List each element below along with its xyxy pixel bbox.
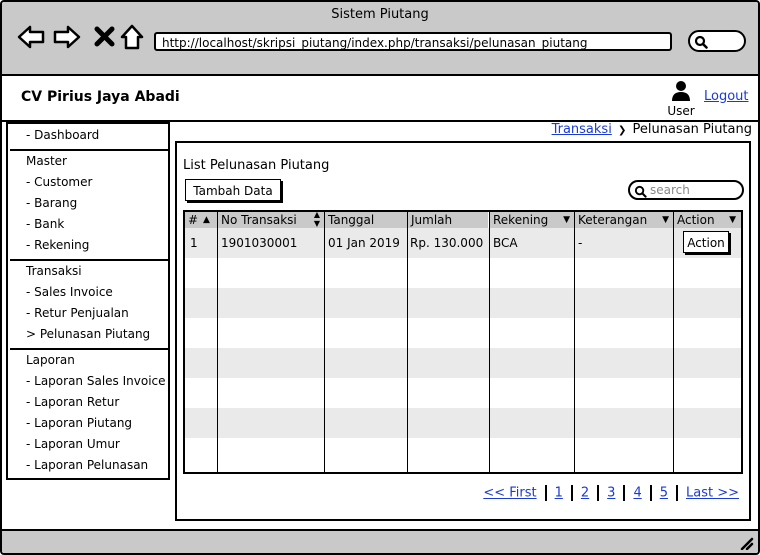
filter-dropdown-icon[interactable]: ▼: [729, 212, 736, 228]
pagination-separator: [649, 485, 652, 501]
sidebar-item-laporan-sales-invoice[interactable]: - Laporan Sales Invoice: [26, 374, 166, 388]
browser-window: Sistem Piutang http://localhost/skripsi_…: [0, 0, 760, 555]
sidebar-item-barang[interactable]: - Barang: [26, 196, 77, 210]
app-header: CV Pirius Jaya Abadi User Logout: [2, 76, 758, 122]
user-label: User: [667, 104, 695, 118]
sidebar-item-sales-invoice[interactable]: - Sales Invoice: [26, 285, 113, 299]
sidebar-item-retur-penjualan[interactable]: - Retur Penjualan: [26, 306, 129, 320]
search-input[interactable]: search: [628, 180, 744, 200]
sidebar-item-rekening[interactable]: - Rekening: [26, 238, 89, 252]
column-header-label: Tanggal: [328, 213, 375, 227]
column-header-label: Jumlah: [411, 213, 453, 227]
pagination-page-2[interactable]: 2: [581, 486, 589, 501]
forward-icon[interactable]: [52, 22, 82, 52]
sidebar-item-dashboard[interactable]: - Dashboard: [26, 128, 99, 142]
main-panel: List Pelunasan Piutang Tambah Data searc…: [175, 141, 751, 521]
column-header-tanggal[interactable]: Tanggal: [325, 212, 407, 228]
browser-search-input[interactable]: [688, 30, 746, 52]
pagination-page-5[interactable]: 5: [660, 486, 668, 501]
column-header-keterangan[interactable]: Keterangan ▼: [575, 212, 673, 228]
chevron-right-icon: ❯: [617, 125, 627, 136]
breadcrumb: Transaksi ❯ Pelunasan Piutang: [552, 122, 752, 137]
table-row: [185, 348, 741, 378]
pagination-separator: [597, 485, 600, 501]
table-row: [185, 408, 741, 438]
user-icon: [672, 81, 690, 101]
logout-link[interactable]: Logout: [704, 89, 749, 104]
sidebar: - Dashboard Master - Customer - Barang -…: [6, 122, 170, 480]
url-bar[interactable]: http://localhost/skripsi_piutang/index.p…: [154, 32, 672, 51]
search-placeholder: search: [650, 183, 690, 197]
column-divider: [574, 212, 575, 472]
breadcrumb-link-transaksi[interactable]: Transaksi: [552, 122, 612, 137]
cell-keterangan: -: [578, 236, 583, 250]
sort-icon[interactable]: ▲ ▼: [314, 210, 320, 228]
sidebar-item-customer[interactable]: - Customer: [26, 175, 92, 189]
resize-grip-icon[interactable]: [738, 536, 754, 550]
user-menu[interactable]: User: [664, 80, 698, 118]
home-icon[interactable]: [118, 22, 148, 52]
sidebar-item-laporan-pelunasan[interactable]: - Laporan Pelunasan: [26, 458, 148, 472]
filter-dropdown-icon[interactable]: ▼: [662, 212, 669, 228]
pagination-page-4[interactable]: 4: [633, 486, 641, 501]
column-divider: [489, 212, 490, 472]
column-header-rekening[interactable]: Rekening ▼: [490, 212, 574, 228]
sidebar-divider: [10, 348, 168, 350]
cell-no-transaksi: 1901030001: [221, 236, 298, 250]
sort-up-icon[interactable]: ▲: [203, 212, 210, 228]
browser-chrome: Sistem Piutang http://localhost/skripsi_…: [2, 2, 758, 76]
column-header-no-transaksi[interactable]: No Transaksi ▲ ▼: [218, 210, 324, 228]
back-icon[interactable]: [16, 22, 46, 52]
column-divider: [407, 212, 408, 472]
breadcrumb-current: Pelunasan Piutang: [632, 122, 752, 137]
data-table: # ▲ No Transaksi ▲ ▼ Tanggal Jumlah Reken…: [183, 210, 743, 474]
filter-dropdown-icon[interactable]: ▼: [563, 212, 570, 228]
search-icon: [634, 185, 647, 198]
pagination-page-3[interactable]: 3: [607, 486, 615, 501]
pagination-last[interactable]: Last >>: [686, 486, 739, 501]
add-data-button[interactable]: Tambah Data: [185, 179, 281, 201]
sidebar-item-laporan-umur[interactable]: - Laporan Umur: [26, 437, 120, 451]
sidebar-item-laporan-piutang[interactable]: - Laporan Piutang: [26, 416, 132, 430]
page-title: List Pelunasan Piutang: [183, 158, 330, 173]
cell-rekening: BCA: [493, 236, 518, 250]
column-header-label: #: [188, 213, 199, 227]
pagination-page-1[interactable]: 1: [555, 486, 563, 501]
column-header-number[interactable]: # ▲: [185, 212, 217, 228]
column-divider: [217, 212, 218, 472]
column-header-label: Rekening: [493, 213, 549, 227]
pagination-first[interactable]: << First: [483, 486, 536, 501]
cell-number: 1: [190, 236, 198, 250]
column-divider: [673, 212, 674, 472]
pagination: << First 1 2 3 4 5 Last >>: [483, 485, 739, 501]
table-row: [185, 288, 741, 318]
sidebar-heading-transaksi: Transaksi: [26, 264, 82, 278]
sidebar-item-bank[interactable]: - Bank: [26, 217, 64, 231]
action-button[interactable]: Action: [683, 231, 729, 253]
close-icon[interactable]: [90, 22, 120, 52]
column-header-label: No Transaksi: [221, 213, 297, 227]
cell-tanggal: 01 Jan 2019: [328, 236, 400, 250]
cell-jumlah: Rp. 130.000: [410, 236, 484, 250]
sidebar-heading-master: Master: [26, 154, 67, 168]
sidebar-heading-laporan: Laporan: [26, 353, 75, 367]
column-header-label: Action: [677, 213, 715, 227]
window-title: Sistem Piutang: [331, 7, 429, 22]
sidebar-divider: [10, 259, 168, 261]
column-header-label: Keterangan: [578, 213, 648, 227]
sidebar-divider: [10, 149, 168, 151]
column-header-jumlah[interactable]: Jumlah: [408, 212, 488, 228]
pagination-separator: [570, 485, 573, 501]
sidebar-item-pelunasan-piutang[interactable]: > Pelunasan Piutang: [26, 327, 150, 341]
sidebar-item-laporan-retur[interactable]: - Laporan Retur: [26, 395, 119, 409]
pagination-separator: [544, 485, 547, 501]
column-header-action[interactable]: Action ▼: [674, 212, 741, 228]
search-icon: [694, 35, 708, 49]
status-bar: [2, 529, 758, 553]
company-name: CV Pirius Jaya Abadi: [21, 89, 180, 105]
column-divider: [324, 212, 325, 472]
pagination-separator: [676, 485, 678, 501]
pagination-separator: [623, 485, 626, 501]
